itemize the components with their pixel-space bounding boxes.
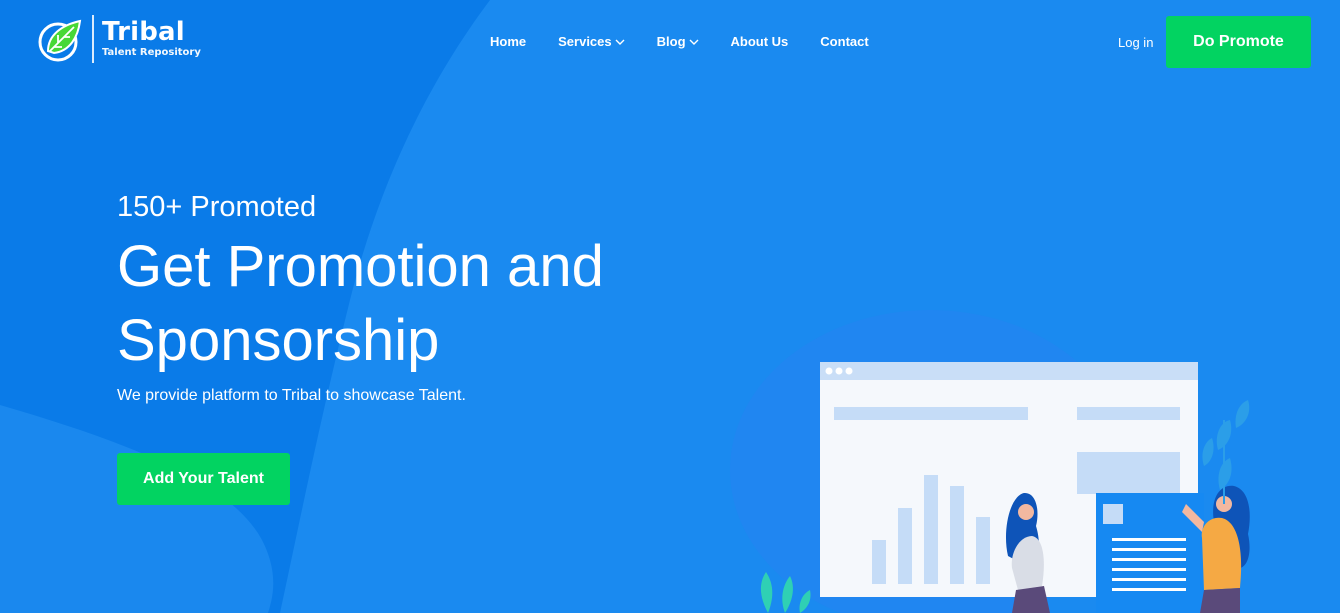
hero-illustration <box>760 362 1250 613</box>
nav-home-label: Home <box>490 34 527 49</box>
nav-services[interactable]: Services <box>558 34 625 49</box>
nav-about-us[interactable]: About Us <box>731 34 789 49</box>
chevron-down-icon <box>689 39 699 45</box>
nav-home[interactable]: Home <box>490 34 526 49</box>
leaf-icon <box>38 19 82 62</box>
add-talent-button[interactable]: Add Your Talent <box>117 453 290 505</box>
main-nav: Home Services Blog About Us Contact <box>490 34 901 49</box>
brand-logo[interactable]: Tribal Talent Repository <box>36 15 201 63</box>
nav-blog[interactable]: Blog <box>657 34 699 49</box>
plant-icon <box>760 572 811 613</box>
do-promote-button[interactable]: Do Promote <box>1166 16 1311 68</box>
hero-kicker: 150+ Promoted <box>117 191 317 223</box>
nav-contact-label: Contact <box>820 34 869 49</box>
brand-name: Tribal <box>102 17 185 47</box>
nav-blog-label: Blog <box>656 34 686 49</box>
nav-services-label: Services <box>558 34 612 49</box>
nav-about-us-label: About Us <box>730 34 789 49</box>
logo-divider <box>92 15 94 63</box>
hero-subtitle: We provide platform to Tribal to showcas… <box>117 387 466 404</box>
hero-headline: Get Promotion and Sponsorship <box>117 234 604 373</box>
nav-contact[interactable]: Contact <box>820 34 868 49</box>
chevron-down-icon <box>615 39 625 45</box>
hero-section: 150+ Promoted Get Promotion and Sponsors… <box>117 190 677 406</box>
login-link[interactable]: Log in <box>1118 35 1153 50</box>
brand-tagline: Talent Repository <box>102 47 201 58</box>
